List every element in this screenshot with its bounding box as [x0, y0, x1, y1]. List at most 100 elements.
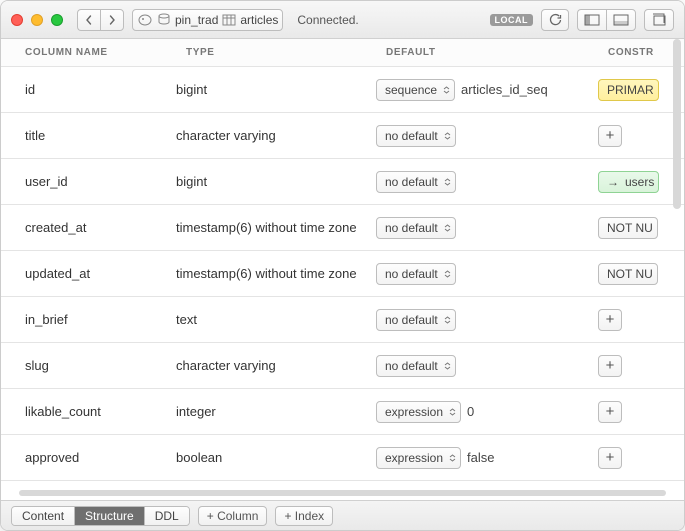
column-default-cell: expression 0 [376, 401, 598, 423]
table-row[interactable]: slugcharacter varyingno default + [1, 343, 684, 389]
column-type-cell[interactable]: timestamp(6) without time zone [176, 266, 376, 281]
back-button[interactable] [77, 9, 100, 31]
table-row[interactable]: in_brieftextno default + [1, 297, 684, 343]
windows-icon [651, 13, 667, 26]
default-kind-selector[interactable]: no default [376, 217, 456, 239]
default-kind-selector[interactable]: no default [376, 263, 456, 285]
column-default-cell: no default [376, 355, 598, 377]
table-row[interactable]: titlecharacter varyingno default + [1, 113, 684, 159]
bottom-bar: ContentStructureDDL + Column + Index [1, 500, 684, 530]
horizontal-scrollbar[interactable] [19, 490, 666, 498]
column-default-cell: no default [376, 263, 598, 285]
column-name-cell[interactable]: user_id [1, 174, 176, 189]
table-row[interactable]: updated_attimestamp(6) without time zone… [1, 251, 684, 297]
table-row[interactable]: created_attimestamp(6) without time zone… [1, 205, 684, 251]
minimize-icon[interactable] [31, 14, 43, 26]
table-row[interactable]: approvedbooleanexpression false + [1, 435, 684, 481]
arrow-right-icon: → [607, 175, 619, 189]
forward-button[interactable] [100, 9, 124, 31]
breadcrumb[interactable]: pin_trad articles [132, 9, 283, 31]
header-default[interactable]: DEFAULT [376, 47, 598, 58]
column-default-cell: no default [376, 217, 598, 239]
traffic-lights [11, 14, 63, 26]
default-kind-selector[interactable]: no default [376, 355, 456, 377]
column-type-cell[interactable]: bigint [176, 82, 376, 97]
not-null-badge[interactable]: NOT NU [598, 217, 658, 239]
foreign-key-badge[interactable]: →users [598, 171, 659, 193]
default-kind-selector[interactable]: no default [376, 309, 456, 331]
column-type-cell[interactable]: boolean [176, 450, 376, 465]
rows-container: idbigintsequencearticles_id_seqPRIMARtit… [1, 67, 684, 490]
column-constraint-cell: + [598, 401, 684, 423]
column-constraint-cell: →users [598, 171, 684, 193]
table-icon [222, 14, 236, 26]
add-index-button[interactable]: + Index [275, 506, 333, 526]
column-type-cell[interactable]: character varying [176, 358, 376, 373]
add-constraint-button[interactable]: + [598, 125, 622, 147]
refresh-button[interactable] [541, 9, 569, 31]
table-row[interactable]: likable_countintegerexpression 0 + [1, 389, 684, 435]
close-icon[interactable] [11, 14, 23, 26]
column-default-cell: expression false [376, 447, 598, 469]
default-kind-selector[interactable]: expression [376, 401, 461, 423]
column-name-cell[interactable]: likable_count [1, 404, 176, 419]
history-nav [77, 9, 124, 31]
default-value[interactable]: 0 [467, 404, 474, 419]
table-row[interactable]: user_idbigintno default →users [1, 159, 684, 205]
tab-structure[interactable]: Structure [75, 507, 145, 525]
column-name-cell[interactable]: created_at [1, 220, 176, 235]
sidebar-bottom-button[interactable] [606, 9, 636, 31]
column-name-cell[interactable]: updated_at [1, 266, 176, 281]
column-name-cell[interactable]: approved [1, 450, 176, 465]
elephant-icon [137, 13, 153, 27]
column-type-cell[interactable]: bigint [176, 174, 376, 189]
column-default-cell: no default [376, 309, 598, 331]
column-default-cell: sequence articles_id_seq [376, 79, 598, 101]
add-constraint-button[interactable]: + [598, 355, 622, 377]
column-name-cell[interactable]: title [1, 128, 176, 143]
default-kind-selector[interactable]: sequence [376, 79, 455, 101]
primary-key-badge[interactable]: PRIMAR [598, 79, 659, 101]
database-icon [157, 13, 171, 27]
panel-left-icon [584, 14, 600, 26]
column-constraint-cell: + [598, 125, 684, 147]
column-default-cell: no default [376, 171, 598, 193]
add-constraint-button[interactable]: + [598, 447, 622, 469]
default-value[interactable]: false [467, 450, 494, 465]
tabs: ContentStructureDDL [11, 506, 190, 526]
column-type-cell[interactable]: character varying [176, 128, 376, 143]
column-name-cell[interactable]: in_brief [1, 312, 176, 327]
header-column-name[interactable]: COLUMN NAME [1, 47, 176, 58]
column-name-cell[interactable]: slug [1, 358, 176, 373]
sidebar-left-button[interactable] [577, 9, 606, 31]
column-name-cell[interactable]: id [1, 82, 176, 97]
breadcrumb-table: articles [240, 13, 278, 27]
column-constraint-cell: NOT NU [598, 217, 684, 239]
maximize-icon[interactable] [51, 14, 63, 26]
column-default-cell: no default [376, 125, 598, 147]
default-kind-selector[interactable]: no default [376, 171, 456, 193]
add-constraint-button[interactable]: + [598, 401, 622, 423]
default-value[interactable]: articles_id_seq [461, 82, 548, 97]
header-constraints[interactable]: CONSTR [598, 47, 684, 58]
column-type-cell[interactable]: timestamp(6) without time zone [176, 220, 376, 235]
not-null-badge[interactable]: NOT NU [598, 263, 658, 285]
tab-content[interactable]: Content [12, 507, 75, 525]
default-kind-selector[interactable]: no default [376, 125, 456, 147]
column-type-cell[interactable]: integer [176, 404, 376, 419]
column-constraint-cell: PRIMAR [598, 79, 684, 101]
header-type[interactable]: TYPE [176, 47, 376, 58]
add-constraint-button[interactable]: + [598, 309, 622, 331]
tab-ddl[interactable]: DDL [145, 507, 189, 525]
add-column-button[interactable]: + Column [198, 506, 268, 526]
connection-status: Connected. [297, 13, 358, 27]
breadcrumb-db: pin_trad [175, 13, 218, 27]
column-constraint-cell: + [598, 309, 684, 331]
default-kind-selector[interactable]: expression [376, 447, 461, 469]
column-constraint-cell: NOT NU [598, 263, 684, 285]
table-row[interactable]: idbigintsequence articles_id_seq PRIMAR [1, 67, 684, 113]
vertical-scrollbar[interactable] [673, 39, 681, 209]
new-window-button[interactable] [644, 9, 674, 31]
column-type-cell[interactable]: text [176, 312, 376, 327]
window: pin_trad articles Connected. LOCAL COLUM… [0, 0, 685, 531]
